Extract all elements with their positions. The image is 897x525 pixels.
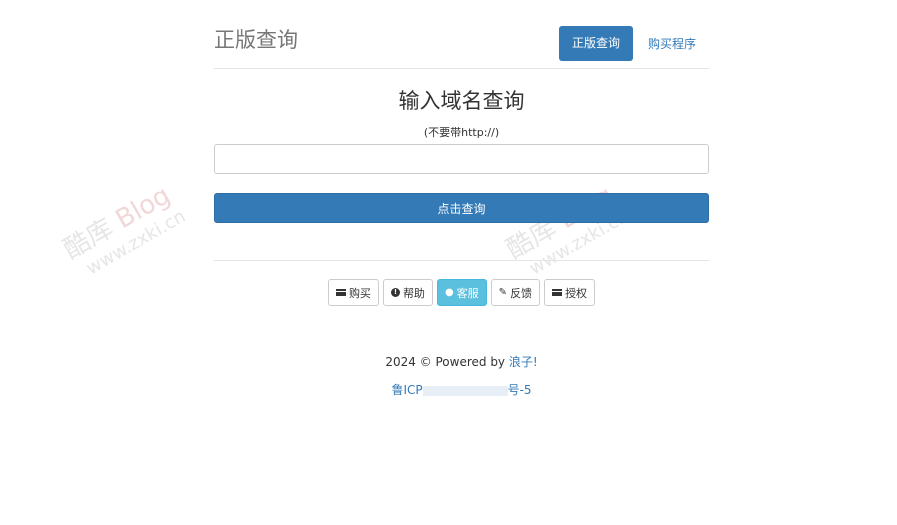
- brand-title: 正版查询: [214, 28, 298, 52]
- buy-label: 购买: [348, 286, 371, 300]
- card-icon: [335, 289, 346, 296]
- license-label: 授权: [565, 286, 588, 300]
- support-button[interactable]: ● 客服: [436, 279, 487, 306]
- feedback-label: 反馈: [510, 286, 533, 300]
- nav-item-buy[interactable]: 购买程序: [633, 35, 709, 52]
- action-button-group: 购买 ! 帮助 ● 客服 ✎ 反馈 授权: [214, 279, 709, 306]
- page-header: 正版查询 正版查询 购买程序: [214, 0, 709, 69]
- domain-input[interactable]: [214, 144, 709, 174]
- help-button[interactable]: ! 帮助: [382, 279, 433, 306]
- copyright-text: 2024 © Powered by: [385, 355, 506, 369]
- query-button[interactable]: 点击查询: [214, 193, 709, 223]
- icp-record[interactable]: 鲁ICP 号-5: [214, 381, 709, 398]
- footer-copyright: 2024 © Powered by 浪子!: [214, 353, 709, 370]
- card-icon: [552, 289, 563, 296]
- input-hint: (不要带http://): [423, 126, 500, 139]
- nav-item-query[interactable]: 正版查询: [558, 26, 633, 61]
- pencil-icon: ✎: [498, 286, 508, 298]
- user-icon: ●: [444, 286, 454, 298]
- page-title: 输入域名查询: [398, 89, 525, 113]
- icp-prefix: 鲁ICP: [391, 383, 423, 397]
- author-link[interactable]: 浪子!: [509, 355, 538, 369]
- support-label: 客服: [456, 286, 479, 300]
- help-circle-icon: !: [390, 288, 400, 297]
- icp-redacted: [422, 385, 508, 396]
- buy-button[interactable]: 购买: [327, 279, 379, 306]
- watermark-left: 酷库 Blog www.zxki.cn: [58, 180, 190, 280]
- icp-suffix: 号-5: [507, 383, 532, 397]
- page-container: 正版查询 正版查询 购买程序 输入域名查询 (不要带http://) 点击查询 …: [214, 0, 709, 398]
- help-label: 帮助: [402, 286, 425, 300]
- feedback-button[interactable]: ✎ 反馈: [490, 279, 541, 306]
- license-button[interactable]: 授权: [544, 279, 596, 306]
- top-nav: 正版查询 购买程序: [558, 26, 709, 61]
- divider: [214, 260, 709, 261]
